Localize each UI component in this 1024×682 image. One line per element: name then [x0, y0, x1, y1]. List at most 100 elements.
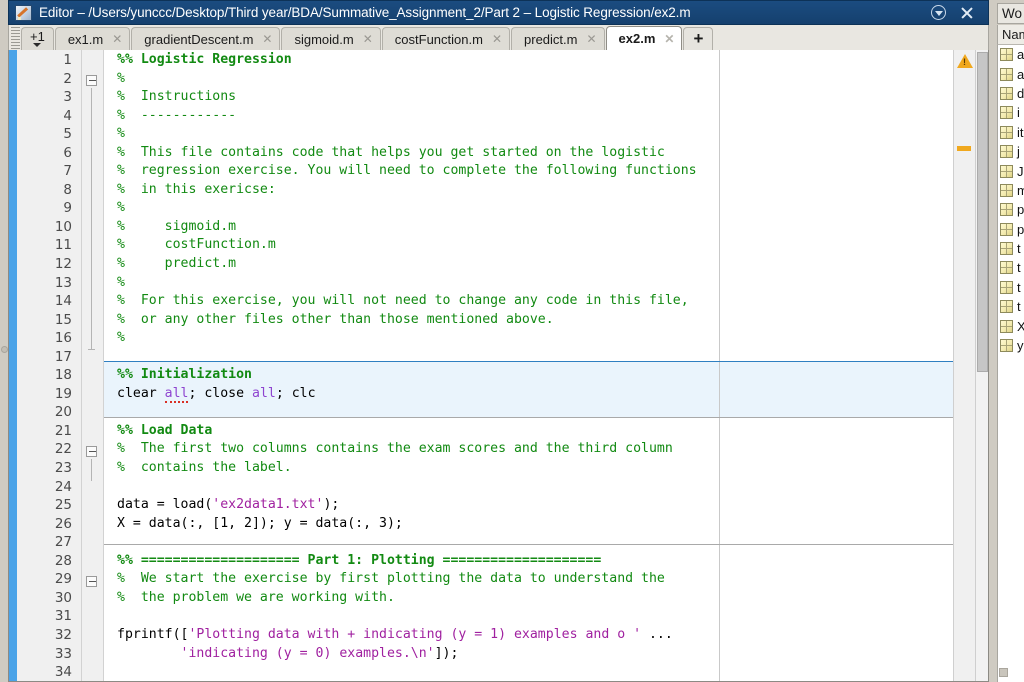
code-line[interactable]: % For this exercise, you will not need t…: [104, 292, 953, 311]
code-line[interactable]: %: [104, 125, 953, 144]
code-line[interactable]: % ------------: [104, 107, 953, 126]
code-line[interactable]: % the problem we are working with.: [104, 589, 953, 608]
tab-bar-grip[interactable]: [11, 27, 20, 50]
workspace-variable-row[interactable]: t: [998, 239, 1024, 258]
workspace-variable-row[interactable]: t: [998, 297, 1024, 316]
workspace-panel-title: Wo: [997, 3, 1024, 24]
warning-triangle-icon[interactable]: [957, 54, 973, 68]
code-line[interactable]: % Instructions: [104, 88, 953, 107]
code-line[interactable]: %: [104, 274, 953, 293]
code-line[interactable]: [104, 663, 953, 681]
line-number: 10: [54, 218, 72, 235]
tab-sigmoid-m[interactable]: sigmoid.m ✕: [281, 27, 381, 50]
code-line[interactable]: %% Load Data: [104, 422, 953, 441]
code-line[interactable]: 'indicating (y = 0) examples.\n']);: [104, 645, 953, 664]
code-line[interactable]: [104, 607, 953, 626]
code-fold-column: [82, 50, 104, 681]
workspace-column-header-name[interactable]: Nam: [997, 25, 1024, 45]
code-line[interactable]: [104, 533, 953, 552]
code-line[interactable]: % contains the label.: [104, 459, 953, 478]
workspace-variable-row[interactable]: y: [998, 336, 1024, 355]
line-number: 7: [63, 163, 72, 180]
workspace-variable-row[interactable]: it: [998, 123, 1024, 142]
tab-ex2-m[interactable]: ex2.m ✕: [605, 26, 683, 50]
line-number: 31: [54, 608, 72, 625]
code-line[interactable]: % predict.m: [104, 255, 953, 274]
code-line[interactable]: [104, 348, 953, 367]
workspace-variable-row[interactable]: p: [998, 220, 1024, 239]
matrix-variable-icon: [1000, 339, 1013, 353]
workspace-scroll-grip[interactable]: [999, 668, 1008, 677]
code-line[interactable]: %: [104, 329, 953, 348]
code-line[interactable]: % This file contains code that helps you…: [104, 144, 953, 163]
line-number: 20: [54, 404, 72, 421]
scrollbar-thumb[interactable]: [977, 52, 988, 372]
code-line[interactable]: %% Initialization: [104, 366, 953, 385]
workspace-variable-row[interactable]: m: [998, 181, 1024, 200]
code-line[interactable]: fprintf(['Plotting data with + indicatin…: [104, 626, 953, 645]
code-line[interactable]: [104, 478, 953, 497]
chevron-down-icon[interactable]: [931, 5, 946, 20]
workspace-variable-row[interactable]: i: [998, 103, 1024, 122]
modified-lines-strip: [9, 50, 17, 681]
workspace-variable-name: m: [1017, 183, 1024, 198]
close-icon[interactable]: [960, 6, 974, 20]
panel-resize-grip[interactable]: [1, 346, 8, 353]
workspace-variable-name: J.: [1017, 163, 1024, 179]
title-bar[interactable]: Editor – /Users/yunccc/Desktop/Third yea…: [8, 0, 989, 25]
workspace-variable-name: p: [1017, 221, 1024, 237]
tab-predict-m[interactable]: predict.m ✕: [511, 27, 605, 50]
tab-costfunction-m[interactable]: costFunction.m ✕: [381, 27, 511, 50]
workspace-variable-name: a: [1017, 66, 1024, 82]
code-line[interactable]: %: [104, 199, 953, 218]
workspace-variable-list[interactable]: aadiitjJ.mppttttXy: [997, 45, 1024, 682]
code-line[interactable]: % The first two columns contains the exa…: [104, 440, 953, 459]
code-line[interactable]: %% ==================== Part 1: Plotting…: [104, 552, 953, 571]
tab-close-icon[interactable]: ✕: [586, 33, 596, 45]
line-number: 11: [54, 237, 72, 254]
tab-label: costFunction.m: [394, 31, 483, 47]
tab-close-icon[interactable]: ✕: [262, 33, 272, 45]
line-number: 34: [54, 664, 72, 681]
code-line[interactable]: % or any other files other than those me…: [104, 311, 953, 330]
fold-toggle-icon[interactable]: [86, 576, 97, 587]
code-warning-marker[interactable]: [957, 146, 971, 151]
tab-close-icon[interactable]: ✕: [492, 33, 502, 45]
workspace-variable-row[interactable]: t: [998, 258, 1024, 277]
vertical-scrollbar[interactable]: [975, 50, 988, 681]
code-line[interactable]: % regression exercise. You will need to …: [104, 162, 953, 181]
code-analyzer-strip[interactable]: [953, 50, 975, 681]
workspace-variable-row[interactable]: J.: [998, 161, 1024, 180]
tab-ex1-m[interactable]: ex1.m ✕: [54, 27, 131, 50]
code-line[interactable]: % in this exericse:: [104, 181, 953, 200]
fold-toggle-icon[interactable]: [86, 446, 97, 457]
workspace-variable-row[interactable]: p: [998, 200, 1024, 219]
workspace-variable-row[interactable]: j: [998, 142, 1024, 161]
code-line[interactable]: data = load('ex2data1.txt');: [104, 496, 953, 515]
matrix-variable-icon: [1000, 319, 1013, 333]
code-line[interactable]: % We start the exercise by first plottin…: [104, 570, 953, 589]
new-tab-button[interactable]: +: [683, 27, 714, 50]
tab-close-icon[interactable]: ✕: [664, 33, 674, 45]
tab-bar: +1 ex1.m ✕ gradientDescent.m ✕ sigmoid.m…: [8, 25, 989, 50]
line-number: 14: [54, 293, 72, 310]
code-line[interactable]: % costFunction.m: [104, 236, 953, 255]
fold-toggle-icon[interactable]: [86, 75, 97, 86]
code-line[interactable]: clear all; close all; clc: [104, 385, 953, 404]
code-line[interactable]: [104, 403, 953, 422]
line-number: 19: [54, 385, 72, 402]
tab-gradientdescent-m[interactable]: gradientDescent.m ✕: [131, 27, 281, 50]
workspace-variable-row[interactable]: d: [998, 84, 1024, 103]
code-line[interactable]: %% Logistic Regression: [104, 51, 953, 70]
code-line[interactable]: % sigmoid.m: [104, 218, 953, 237]
tab-close-icon[interactable]: ✕: [112, 33, 122, 45]
workspace-variable-row[interactable]: X: [998, 316, 1024, 335]
tab-close-icon[interactable]: ✕: [363, 33, 373, 45]
code-line[interactable]: X = data(:, [1, 2]); y = data(:, 3);: [104, 515, 953, 534]
tab-overflow-button[interactable]: +1: [21, 27, 54, 50]
code-text-area[interactable]: %% Logistic Regression%% Instructions% -…: [104, 50, 953, 681]
workspace-variable-row[interactable]: t: [998, 278, 1024, 297]
code-line[interactable]: %: [104, 70, 953, 89]
workspace-variable-row[interactable]: a: [998, 64, 1024, 83]
workspace-variable-row[interactable]: a: [998, 45, 1024, 64]
